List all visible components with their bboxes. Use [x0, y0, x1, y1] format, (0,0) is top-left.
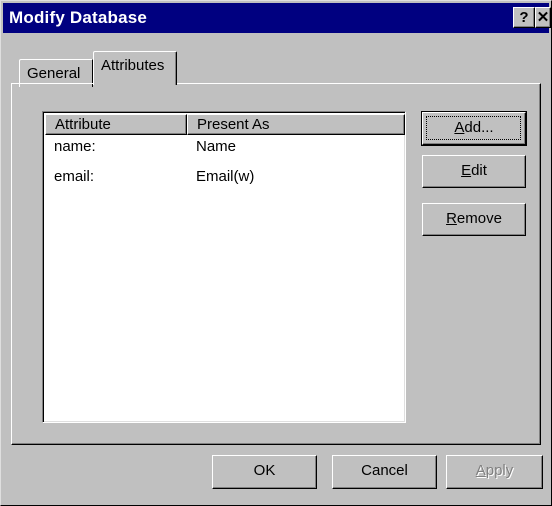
present-as-cell: Email(w) [196, 168, 255, 185]
present-as-cell: Name [196, 138, 237, 155]
list-item[interactable]: email: Email(w) [45, 168, 403, 188]
apply-button[interactable]: Apply [446, 455, 543, 489]
modify-database-dialog: Modify Database ? ✕ General Attributes A… [0, 0, 552, 506]
column-header-present-as[interactable]: Present As [187, 114, 405, 135]
add-button[interactable]: Add... [421, 111, 527, 146]
help-icon[interactable]: ? [513, 7, 535, 28]
tab-attributes[interactable]: Attributes [93, 51, 177, 85]
title-bar: Modify Database ? ✕ [3, 3, 551, 33]
attribute-cell: email: [54, 168, 95, 185]
cancel-button[interactable]: Cancel [332, 455, 437, 489]
attribute-cell: name: [54, 138, 96, 155]
ok-button[interactable]: OK [212, 455, 317, 489]
list-item[interactable]: name: Name [45, 138, 403, 158]
close-icon[interactable]: ✕ [535, 7, 551, 28]
tab-attributes-label: Attributes [101, 57, 165, 74]
column-header-attribute[interactable]: Attribute [45, 114, 187, 135]
focus-rectangle [426, 116, 521, 140]
window-title: Modify Database [9, 8, 148, 27]
edit-button[interactable]: Edit [422, 155, 526, 188]
attributes-list[interactable]: Attribute Present As name: Name email: E… [42, 111, 406, 423]
remove-button[interactable]: Remove [422, 203, 526, 236]
tab-general-label: General [27, 65, 81, 82]
list-header: Attribute Present As [45, 114, 405, 135]
